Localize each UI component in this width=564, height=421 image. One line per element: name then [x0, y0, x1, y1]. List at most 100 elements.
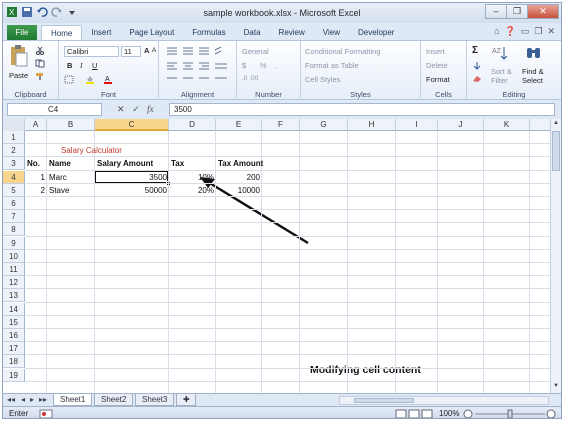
fill-color-icon[interactable]: [85, 75, 95, 84]
row-header-6[interactable]: 6: [3, 197, 25, 210]
decimal-buttons[interactable]: .0 .00: [242, 75, 258, 82]
cell-styles-button[interactable]: Cell Styles: [305, 75, 340, 84]
workbook-restore-icon[interactable]: ❐: [534, 26, 542, 37]
workbook-close-icon[interactable]: ✕: [547, 26, 555, 37]
row-header-14[interactable]: 14: [3, 302, 25, 316]
column-header-d[interactable]: D: [169, 119, 216, 131]
column-header-k[interactable]: K: [484, 119, 530, 131]
find-select-label-2[interactable]: Select: [522, 76, 543, 85]
delete-cells-button[interactable]: Delete: [426, 61, 448, 70]
autosum-button[interactable]: Σ: [472, 45, 478, 56]
tab-home[interactable]: Home: [41, 25, 83, 40]
paste-icon[interactable]: [10, 44, 28, 68]
zoom-level[interactable]: 100%: [439, 409, 459, 418]
sort-filter-icon[interactable]: AZ: [492, 45, 508, 61]
column-header-c[interactable]: C: [95, 119, 169, 131]
format-painter-icon[interactable]: [35, 72, 45, 81]
formula-input[interactable]: 3500: [169, 103, 555, 116]
format-as-table-button[interactable]: Format as Table: [305, 61, 359, 70]
zoom-slider[interactable]: [463, 409, 557, 419]
italic-button[interactable]: I: [80, 61, 83, 70]
bold-button[interactable]: B: [67, 61, 72, 70]
tab-page-layout[interactable]: Page Layout: [120, 25, 183, 40]
cell-e4[interactable]: 200: [218, 171, 260, 184]
column-header-b[interactable]: B: [47, 119, 95, 131]
tab-developer[interactable]: Developer: [349, 25, 403, 40]
format-cells-button[interactable]: Format: [426, 75, 450, 84]
formula-cancel-button[interactable]: ✕: [117, 104, 125, 114]
view-buttons-icon[interactable]: [395, 409, 435, 419]
cell-a4[interactable]: 1: [27, 171, 45, 184]
column-header-a[interactable]: A: [25, 119, 47, 131]
formula-enter-button[interactable]: ✓: [132, 104, 140, 114]
shrink-font-button[interactable]: A: [152, 47, 156, 54]
column-header-j[interactable]: J: [438, 119, 484, 131]
sort-filter-label-2[interactable]: Filter: [491, 76, 508, 85]
sheet-tab-2[interactable]: Sheet2: [94, 394, 134, 406]
cell-e3[interactable]: Tax Amount: [218, 157, 308, 170]
insert-cells-button[interactable]: Insert: [426, 47, 445, 56]
row-header-5[interactable]: 5: [3, 183, 25, 197]
workbook-minimize-icon[interactable]: ▭: [521, 26, 530, 37]
spreadsheet-grid[interactable]: ABCDEFGHIJK Modifying cell content 12345…: [3, 119, 550, 393]
restore-button[interactable]: ❐: [506, 4, 528, 19]
tab-view[interactable]: View: [314, 25, 349, 40]
horizontal-scroll-thumb[interactable]: [354, 398, 414, 403]
macro-record-icon[interactable]: [39, 409, 53, 419]
column-header-h[interactable]: H: [348, 119, 396, 131]
underline-button[interactable]: U: [92, 61, 97, 70]
cell-b4[interactable]: Marc: [49, 171, 93, 184]
row-header-11[interactable]: 11: [3, 263, 25, 276]
fill-icon[interactable]: [472, 61, 482, 70]
help-icon[interactable]: ❓: [505, 26, 516, 37]
cell-d5[interactable]: 20%: [171, 184, 214, 197]
first-sheet-icon[interactable]: ◂◂: [7, 395, 15, 404]
last-sheet-icon[interactable]: ▸▸: [39, 395, 47, 404]
select-all-corner[interactable]: [3, 119, 25, 131]
font-color-icon[interactable]: A: [103, 75, 113, 84]
row-header-16[interactable]: 16: [3, 329, 25, 342]
find-select-label-1[interactable]: Find &: [522, 67, 544, 76]
font-size-select[interactable]: 11: [121, 46, 141, 57]
row-header-3[interactable]: 3: [3, 157, 25, 171]
conditional-formatting-button[interactable]: Conditional Formatting: [305, 47, 380, 56]
scroll-up-icon[interactable]: ▲: [552, 120, 560, 129]
cell-d4[interactable]: 10%: [171, 171, 214, 184]
tab-review[interactable]: Review: [270, 25, 314, 40]
close-button[interactable]: ✕: [527, 4, 559, 19]
vertical-scrollbar[interactable]: ▲ ▼: [550, 119, 561, 393]
currency-button[interactable]: $: [242, 61, 246, 70]
alignment-icons[interactable]: [165, 46, 231, 86]
row-header-7[interactable]: 7: [3, 210, 25, 224]
cell-a5[interactable]: 2: [27, 184, 45, 197]
horizontal-scrollbar[interactable]: [339, 396, 549, 405]
row-header-1[interactable]: 1: [3, 131, 25, 144]
row-header-9[interactable]: 9: [3, 236, 25, 250]
vertical-scroll-thumb[interactable]: [552, 131, 560, 171]
scroll-down-icon[interactable]: ▼: [552, 383, 560, 392]
column-header-i[interactable]: I: [396, 119, 438, 131]
tab-formulas[interactable]: Formulas: [183, 25, 234, 40]
insert-sheet-icon[interactable]: ✚: [176, 394, 196, 406]
cell-c4[interactable]: 3500: [97, 171, 167, 184]
row-header-12[interactable]: 12: [3, 276, 25, 290]
tab-file[interactable]: File: [7, 25, 37, 40]
sheet-tab-3[interactable]: Sheet3: [135, 394, 175, 406]
row-header-10[interactable]: 10: [3, 249, 25, 263]
clear-icon[interactable]: [472, 74, 482, 83]
column-header-e[interactable]: E: [216, 119, 262, 131]
cut-icon[interactable]: [35, 46, 45, 55]
paste-button[interactable]: Paste: [9, 71, 28, 80]
percent-button[interactable]: %: [260, 61, 267, 70]
insert-function-button[interactable]: fx: [147, 104, 154, 114]
tab-data[interactable]: Data: [235, 25, 270, 40]
find-select-icon[interactable]: [525, 44, 543, 62]
row-header-17[interactable]: 17: [3, 342, 25, 356]
row-header-15[interactable]: 15: [3, 315, 25, 329]
cell-b5[interactable]: Stave: [49, 184, 93, 197]
comma-button[interactable]: ,: [275, 61, 277, 70]
column-header-f[interactable]: F: [262, 119, 300, 131]
row-header-13[interactable]: 13: [3, 289, 25, 303]
number-format-select[interactable]: General: [242, 47, 269, 56]
font-name-select[interactable]: Calibri: [64, 46, 119, 57]
